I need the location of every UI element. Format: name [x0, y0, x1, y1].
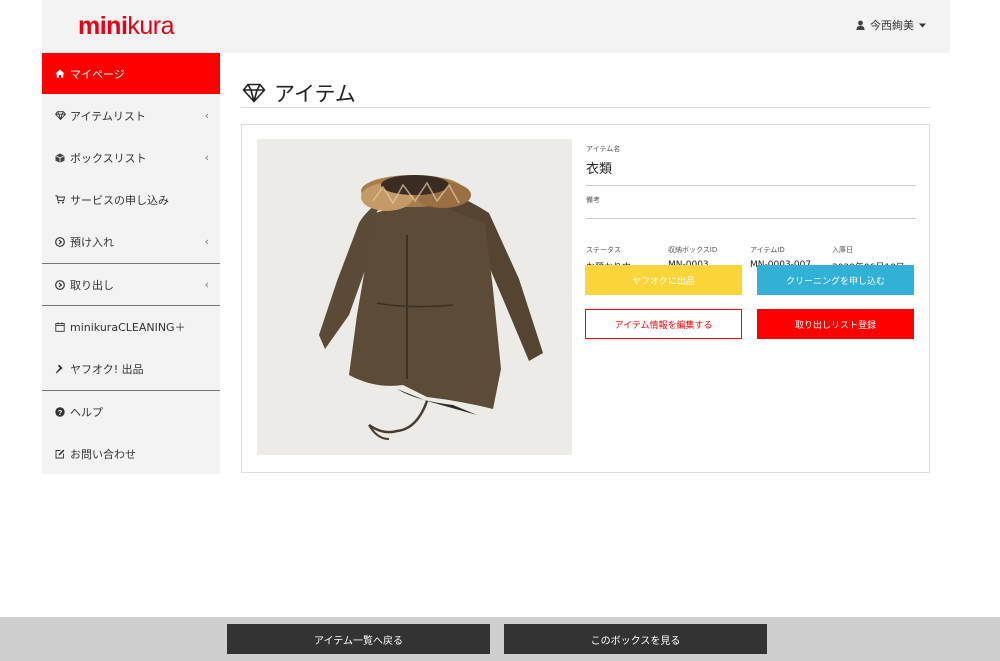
item-card: アイテム名 衣類 備考 ステータス お預かり中 収納ボックスID MN-0003…	[241, 124, 930, 473]
sidebar-item-service[interactable]: サービスの申し込み	[42, 179, 220, 220]
arrow-circle-icon	[55, 236, 65, 247]
coat-image	[257, 139, 572, 455]
info-divider	[586, 185, 916, 186]
sidebar-item-label: ヤフオク! 出品	[70, 362, 144, 376]
home-icon	[55, 69, 65, 78]
user-name: 今西絢美	[870, 19, 914, 32]
calendar-icon	[55, 321, 65, 332]
chevron-left-icon: ‹	[204, 278, 209, 291]
add-to-retrieve-list-button[interactable]: 取り出しリスト登録	[757, 309, 914, 339]
caret-down-icon	[919, 23, 926, 27]
sidebar-item-label: アイテムリスト	[70, 109, 146, 123]
box-id-label: 収納ボックスID	[668, 246, 718, 254]
logo-mini: mini	[78, 12, 128, 40]
sidebar-item-label: 預け入れ	[70, 235, 114, 249]
sidebar-item-label: 取り出し	[70, 278, 114, 292]
sidebar-item-label: お問い合わせ	[70, 447, 136, 461]
item-name-label: アイテム名	[586, 145, 621, 153]
edit-item-button[interactable]: アイテム情報を編集する	[585, 309, 742, 339]
item-info: アイテム名 衣類 備考 ステータス お預かり中 収納ボックスID MN-0003…	[586, 144, 916, 273]
app-frame: minikura 今西絢美 マイページ アイテムリスト ‹ ボックスリスト ‹ …	[42, 0, 950, 617]
item-id-label: アイテムID	[750, 246, 785, 254]
chevron-left-icon: ‹	[204, 109, 209, 122]
footer-bar: アイテム一覧へ戻る このボックスを見る	[0, 617, 1000, 661]
item-photo	[257, 139, 572, 455]
yahoo-auction-button[interactable]: ヤフオクに出品	[585, 265, 742, 295]
page-title: アイテム	[242, 78, 356, 108]
cart-icon	[55, 195, 65, 204]
note-label: 備考	[586, 196, 600, 204]
date-label: 入庫日	[832, 246, 853, 254]
sidebar-item-cleaning[interactable]: minikuraCLEANING＋	[42, 306, 220, 347]
arrow-circle-icon	[55, 279, 65, 290]
back-to-item-list-button[interactable]: アイテム一覧へ戻る	[227, 624, 490, 654]
user-menu[interactable]: 今西絢美	[856, 17, 926, 33]
cleaning-button[interactable]: クリーニングを申し込む	[757, 265, 914, 295]
gavel-icon	[55, 364, 63, 373]
sidebar-item-contact[interactable]: お問い合わせ	[42, 433, 220, 474]
chevron-left-icon: ‹	[204, 151, 209, 164]
sidebar-item-label: サービスの申し込み	[70, 193, 169, 207]
page-title-text: アイテム	[274, 82, 356, 106]
diamond-icon	[54, 111, 66, 120]
sidebar: マイページ アイテムリスト ‹ ボックスリスト ‹ サービスの申し込み 預け入れ…	[42, 53, 220, 474]
sidebar-item-box-list[interactable]: ボックスリスト ‹	[42, 137, 220, 178]
sidebar-item-item-list[interactable]: アイテムリスト ‹	[42, 95, 220, 136]
sidebar-item-label: ヘルプ	[70, 405, 103, 419]
chevron-left-icon: ‹	[204, 235, 209, 248]
header: minikura 今西絢美	[42, 0, 950, 53]
sidebar-item-retrieve[interactable]: 取り出し ‹	[42, 264, 220, 305]
sidebar-item-deposit[interactable]: 預け入れ ‹	[42, 221, 220, 262]
info-divider	[586, 218, 916, 219]
sidebar-item-label: マイページ	[70, 67, 125, 81]
sidebar-item-help[interactable]: ? ヘルプ	[42, 391, 220, 432]
box-icon	[55, 153, 65, 163]
question-circle-icon: ?	[55, 406, 65, 416]
status-label: ステータス	[586, 246, 621, 254]
sidebar-item-mypage[interactable]: マイページ	[42, 53, 220, 94]
sidebar-item-label: ボックスリスト	[70, 151, 147, 165]
item-name: 衣類	[586, 162, 613, 177]
user-icon	[856, 20, 865, 30]
logo-kura: kura	[127, 12, 175, 40]
view-box-button[interactable]: このボックスを見る	[504, 624, 767, 654]
title-divider	[241, 107, 930, 108]
sidebar-item-yahoo-auction[interactable]: ヤフオク! 出品	[42, 348, 220, 389]
minikura-logo[interactable]: minikura	[78, 11, 175, 41]
edit-icon	[55, 449, 65, 458]
sidebar-item-label: minikuraCLEANING＋	[70, 320, 186, 334]
svg-text:?: ?	[58, 407, 63, 416]
diamond-icon	[242, 83, 266, 103]
